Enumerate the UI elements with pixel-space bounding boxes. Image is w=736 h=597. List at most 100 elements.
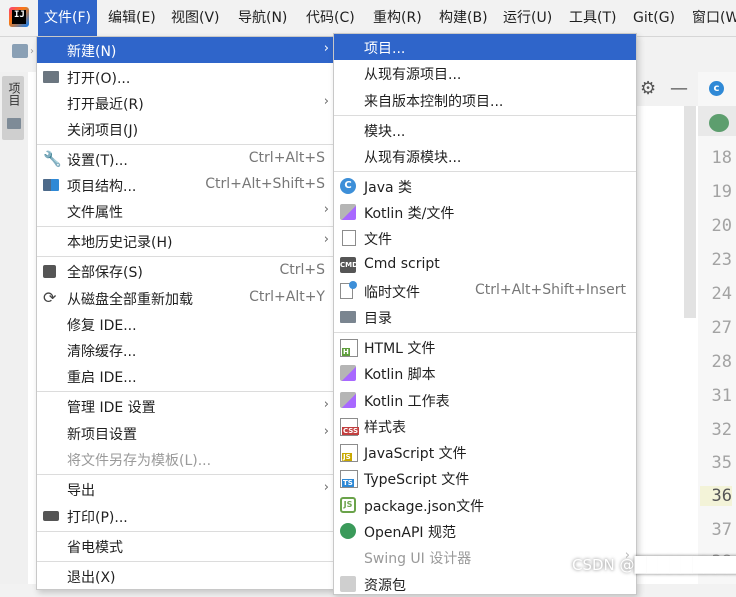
folder-icon xyxy=(7,118,21,129)
new-submenu: 项目... 从现有源项目... 来自版本控制的项目... 模块... 从现有源模… xyxy=(333,33,637,595)
submenu-item-html-file[interactable]: H HTML 文件 xyxy=(334,334,636,360)
chevron-right-icon: › xyxy=(323,94,329,109)
menu-item-save-as-template[interactable]: 将文件另存为模板(L)... xyxy=(37,446,335,472)
submenu-item-project-from-sources[interactable]: 从现有源项目... xyxy=(334,60,636,86)
menu-item-exit[interactable]: 退出(X) xyxy=(37,563,335,589)
menu-item-power-save-mode[interactable]: 省电模式 xyxy=(37,533,335,559)
line-number: 24 xyxy=(711,284,732,304)
reload-icon: ⟳ xyxy=(43,288,57,307)
submenu-item-module[interactable]: 模块... xyxy=(334,117,636,143)
chevron-right-icon: › xyxy=(323,41,329,56)
menu-separator xyxy=(37,561,335,562)
line-number: 28 xyxy=(711,352,732,372)
printer-icon xyxy=(43,511,59,521)
openapi-icon xyxy=(340,523,356,539)
menu-tools[interactable]: 工具(T) xyxy=(563,0,622,36)
submenu-item-kotlin-worksheet[interactable]: Kotlin 工作表 xyxy=(334,387,636,413)
menu-item-print[interactable]: 打印(P)... xyxy=(37,503,335,529)
submenu-item-openapi-spec[interactable]: OpenAPI 规范 xyxy=(334,518,636,544)
folder-open-icon xyxy=(43,71,59,83)
line-number: 20 xyxy=(711,216,732,236)
menu-separator xyxy=(334,115,636,116)
scrollbar[interactable] xyxy=(684,106,696,318)
menu-file[interactable]: 文件(F) xyxy=(38,0,97,36)
menu-build[interactable]: 构建(B) xyxy=(433,0,494,36)
menu-item-reload-all[interactable]: ⟳ 从磁盘全部重新加载 Ctrl+Alt+Y xyxy=(37,285,335,311)
menu-run[interactable]: 运行(U) xyxy=(497,0,558,36)
menu-view[interactable]: 视图(V) xyxy=(165,0,226,36)
line-number-current: 36 xyxy=(700,486,732,506)
minimize-icon[interactable]: — xyxy=(670,78,688,99)
menu-separator xyxy=(37,256,335,257)
menu-separator xyxy=(37,144,335,145)
cmd-script-icon: CMD xyxy=(340,257,358,273)
submenu-item-project-from-vcs[interactable]: 来自版本控制的项目... xyxy=(334,87,636,113)
menu-item-restart-ide[interactable]: 重启 IDE... xyxy=(37,363,335,389)
menu-item-project-structure[interactable]: 项目结构... Ctrl+Alt+Shift+S xyxy=(37,172,335,198)
submenu-item-file[interactable]: 文件 xyxy=(334,225,636,251)
submenu-item-stylesheet[interactable]: CSS 样式表 xyxy=(334,413,636,439)
submenu-item-kotlin-class[interactable]: Kotlin 类/文件 xyxy=(334,199,636,225)
line-number: 23 xyxy=(711,250,732,270)
submenu-item-typescript-file[interactable]: TS TypeScript 文件 xyxy=(334,465,636,491)
line-number: 32 xyxy=(711,420,732,440)
intellij-logo-icon: IJ xyxy=(9,7,29,27)
scratch-file-icon xyxy=(340,281,357,299)
menu-item-save-all[interactable]: 全部保存(S) Ctrl+S xyxy=(37,258,335,284)
menu-git[interactable]: Git(G) xyxy=(627,0,681,36)
menu-item-close-project[interactable]: 关闭项目(J) xyxy=(37,116,335,142)
menu-item-new[interactable]: 新建(N) › xyxy=(37,37,335,63)
submenu-item-java-class[interactable]: C Java 类 xyxy=(334,173,636,199)
menu-navigate[interactable]: 导航(N) xyxy=(232,0,293,36)
submenu-item-kotlin-script[interactable]: Kotlin 脚本 xyxy=(334,360,636,386)
menu-refactor[interactable]: 重构(R) xyxy=(367,0,428,36)
run-icon[interactable] xyxy=(709,114,729,132)
line-number: 35 xyxy=(711,453,732,473)
menu-item-open[interactable]: 打开(O)... xyxy=(37,64,335,90)
menu-separator xyxy=(37,531,335,532)
kotlin-script-icon xyxy=(340,365,356,381)
menu-item-manage-ide-settings[interactable]: 管理 IDE 设置 › xyxy=(37,393,335,419)
submenu-item-package-json[interactable]: JS package.json文件 xyxy=(334,492,636,518)
chevron-right-icon: › xyxy=(323,202,329,217)
submenu-item-javascript-file[interactable]: JS JavaScript 文件 xyxy=(334,439,636,465)
left-tool-strip xyxy=(0,72,29,584)
submenu-item-cmd-script[interactable]: CMD Cmd script xyxy=(334,252,636,278)
chevron-right-icon: › xyxy=(323,397,329,412)
menu-item-file-properties[interactable]: 文件属性 › xyxy=(37,198,335,224)
menu-edit[interactable]: 编辑(E) xyxy=(102,0,162,36)
submenu-item-resource-bundle[interactable]: 资源包 xyxy=(334,571,636,597)
csdn-watermark: CSDN @█████████ xyxy=(572,556,736,574)
line-number: 31 xyxy=(711,386,732,406)
menu-item-new-project-settings[interactable]: 新项目设置 › xyxy=(37,420,335,446)
editor-gutter xyxy=(698,106,736,584)
line-number: 27 xyxy=(711,318,732,338)
menu-item-local-history[interactable]: 本地历史记录(H) › xyxy=(37,228,335,254)
menu-item-export[interactable]: 导出 › xyxy=(37,476,335,502)
menu-code[interactable]: 代码(C) xyxy=(300,0,361,36)
project-folder-icon[interactable] xyxy=(12,44,28,58)
line-number: 19 xyxy=(711,182,732,202)
menu-item-open-recent[interactable]: 打开最近(R) › xyxy=(37,90,335,116)
project-pane xyxy=(28,72,36,584)
project-tool-tab-label: 项目 xyxy=(7,82,21,106)
project-structure-icon xyxy=(43,179,59,191)
chevron-right-icon: › xyxy=(30,46,34,57)
menu-item-repair-ide[interactable]: 修复 IDE... xyxy=(37,311,335,337)
submenu-item-module-from-sources[interactable]: 从现有源模块... xyxy=(334,143,636,169)
menu-item-settings[interactable]: 🔧 设置(T)... Ctrl+Alt+S xyxy=(37,146,335,172)
file-menu: 新建(N) › 打开(O)... 打开最近(R) › 关闭项目(J) 🔧 设置(… xyxy=(36,36,336,590)
submenu-item-scratch-file[interactable]: 临时文件 Ctrl+Alt+Shift+Insert xyxy=(334,278,636,304)
menu-window[interactable]: 窗口(W xyxy=(686,0,736,36)
kotlin-file-icon xyxy=(340,204,356,220)
chevron-right-icon: › xyxy=(323,424,329,439)
submenu-item-directory[interactable]: 目录 xyxy=(334,304,636,330)
java-class-icon: C xyxy=(340,178,356,194)
menu-item-invalidate-caches[interactable]: 清除缓存... xyxy=(37,337,335,363)
menu-separator xyxy=(37,474,335,475)
chevron-right-icon: › xyxy=(323,232,329,247)
submenu-item-project[interactable]: 项目... xyxy=(334,34,636,60)
gear-icon[interactable]: ⚙ xyxy=(640,78,656,99)
class-file-tab-icon[interactable]: c xyxy=(709,81,724,96)
resource-bundle-icon xyxy=(340,576,356,592)
